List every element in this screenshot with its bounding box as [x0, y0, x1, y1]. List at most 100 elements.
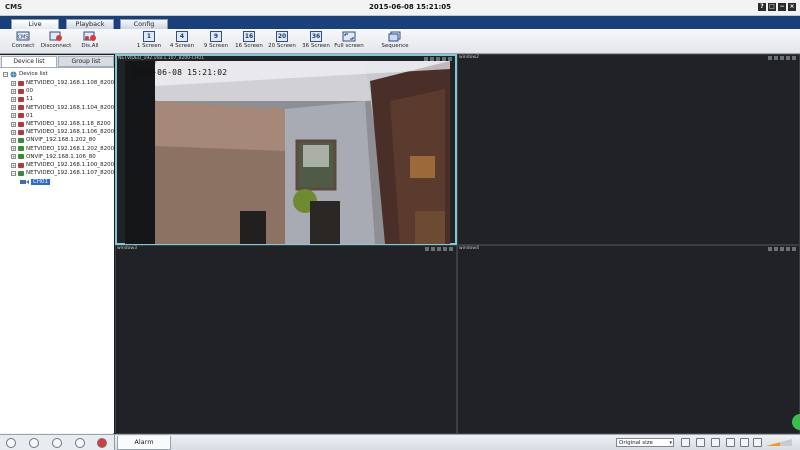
device-node[interactable]: + NETVIDEO_192.168.1.106_8200: [11, 128, 114, 136]
expand-icon[interactable]: +: [11, 154, 16, 160]
zoom-out-icon[interactable]: [726, 438, 735, 447]
record-icon[interactable]: [696, 438, 705, 447]
video-grid: NETVIDEO_192.168.1.107_8200-CH01 2015-06…: [115, 54, 800, 434]
device-node[interactable]: + ONVIF_192.168.1.106_80: [11, 153, 96, 161]
expand-icon[interactable]: +: [11, 105, 16, 111]
speaker-icon[interactable]: [753, 438, 762, 447]
record-icon[interactable]: [52, 438, 62, 448]
sequence-button[interactable]: Sequence: [375, 31, 415, 49]
side-toggle-icon[interactable]: [791, 413, 800, 431]
snapshot-icon[interactable]: [774, 247, 778, 251]
device-node[interactable]: − NETVIDEO_192.168.1.107_8200: [11, 169, 114, 177]
device-tree: − Device list + NETVIDEO_192.168.1.108_82…: [0, 67, 114, 433]
tree-root[interactable]: − Device list: [3, 70, 48, 78]
list-icon[interactable]: [740, 438, 749, 447]
expand-icon[interactable]: +: [11, 146, 16, 152]
zoom-icon[interactable]: [768, 56, 772, 60]
expand-icon[interactable]: +: [11, 137, 16, 143]
snapshot-icon[interactable]: [774, 56, 778, 60]
dvr-icon: [18, 88, 24, 94]
device-node[interactable]: + NETVIDEO_192.168.1.202_8200: [11, 145, 114, 153]
device-panel-tabs: Device list Group list: [0, 55, 114, 67]
device-node[interactable]: +11: [11, 95, 33, 103]
bottom-bar: Alarm Original size ▾: [115, 434, 800, 450]
video-window-2[interactable]: window2: [457, 54, 800, 245]
fullscreen-label: Full screen: [334, 43, 364, 49]
nine-screen-icon: 9: [210, 31, 222, 42]
collapse-icon[interactable]: −: [3, 71, 8, 77]
close-icon[interactable]: [792, 56, 796, 60]
ptz-icon[interactable]: [6, 438, 16, 448]
expand-icon[interactable]: +: [11, 162, 16, 168]
device-node[interactable]: + ONVIF_192.168.1.202_80: [11, 136, 96, 144]
tab-live[interactable]: Live: [11, 19, 59, 29]
dvr-icon: [18, 105, 24, 111]
video-window-4[interactable]: window4: [457, 245, 800, 434]
audio-icon[interactable]: [443, 247, 447, 251]
device-node[interactable]: + NETVIDEO_192.168.1.18_8200: [11, 120, 111, 128]
device-node[interactable]: + NETVIDEO_192.168.1.104_8200: [11, 104, 114, 112]
close-icon[interactable]: [792, 247, 796, 251]
fullscreen-button[interactable]: Full screen: [329, 31, 369, 49]
close-button[interactable]: ×: [788, 3, 796, 11]
twenty-screen-icon: 20: [276, 31, 288, 42]
record-icon[interactable]: [780, 247, 784, 251]
minimize-button[interactable]: −: [778, 3, 786, 11]
tab-group-list[interactable]: Group list: [58, 56, 114, 67]
cms-app-window: CMS 2015-06-08 15:21:05 ? □ − × Live Pla…: [0, 0, 800, 450]
restore-button[interactable]: □: [768, 3, 776, 11]
expand-icon[interactable]: +: [11, 113, 16, 119]
tree-root-label: Device list: [19, 71, 48, 77]
zoom-icon[interactable]: [768, 247, 772, 251]
device-node[interactable]: + NETVIDEO_192.168.1.108_8200: [11, 79, 114, 87]
expand-icon[interactable]: +: [11, 129, 16, 135]
audio-icon[interactable]: [786, 56, 790, 60]
tab-device-list[interactable]: Device list: [1, 56, 57, 67]
device-label: NETVIDEO_192.168.1.104_8200: [26, 104, 115, 111]
dvr-icon: [18, 137, 24, 143]
volume-slider[interactable]: [766, 439, 792, 446]
aspect-ratio-select[interactable]: Original size ▾: [616, 438, 674, 447]
expand-icon[interactable]: +: [11, 96, 16, 102]
one-screen-icon: 1: [143, 31, 155, 42]
tab-config[interactable]: Config: [120, 19, 168, 29]
record-icon[interactable]: [437, 247, 441, 251]
disconnect-all-icon: [83, 31, 96, 41]
chevron-down-icon: ▾: [669, 440, 672, 446]
dvr-icon: [18, 154, 24, 160]
expand-icon[interactable]: +: [11, 121, 16, 127]
collapse-icon[interactable]: −: [11, 170, 16, 176]
snapshot-icon[interactable]: [681, 438, 690, 447]
disconnect-all-button[interactable]: Dis.All: [70, 31, 110, 49]
camera-icon: [20, 179, 29, 184]
tab-playback[interactable]: Playback: [66, 19, 114, 29]
device-node[interactable]: +01: [11, 112, 33, 120]
expand-icon[interactable]: +: [11, 88, 16, 94]
disconnect-all-label: Dis.All: [81, 43, 99, 49]
device-label: NETVIDEO_192.168.1.18_8200: [26, 121, 111, 127]
camera-feed[interactable]: 2015-06-08 15:21:02: [125, 61, 450, 244]
title-bar: CMS 2015-06-08 15:21:05 ? □ − ×: [0, 0, 800, 16]
video-window-3[interactable]: window3: [115, 245, 457, 434]
zoom-in-icon[interactable]: [711, 438, 720, 447]
video-window-1[interactable]: NETVIDEO_192.168.1.107_8200-CH01 2015-06…: [115, 54, 457, 245]
zoom-icon[interactable]: [425, 247, 429, 251]
expand-icon[interactable]: +: [11, 80, 16, 86]
alarm-icon[interactable]: [97, 438, 107, 448]
channel-ch01[interactable]: CH01: [20, 178, 50, 186]
device-node[interactable]: + NETVIDEO_192.168.1.100_8200: [11, 161, 114, 169]
help-button[interactable]: ?: [758, 3, 766, 11]
camera-image: [125, 61, 450, 244]
color-icon[interactable]: [29, 438, 39, 448]
device-node[interactable]: +00: [11, 87, 33, 95]
playback-icon[interactable]: [75, 438, 85, 448]
toolbar: CMS Connect Disconnect Dis.All 1 1 Scree…: [0, 29, 800, 54]
globe-icon: [10, 71, 17, 77]
dvr-icon: [18, 113, 24, 119]
thirty-six-screen-icon: 36: [310, 31, 322, 42]
record-icon[interactable]: [780, 56, 784, 60]
tab-alarm[interactable]: Alarm: [117, 436, 171, 450]
audio-icon[interactable]: [786, 247, 790, 251]
snapshot-icon[interactable]: [431, 247, 435, 251]
close-icon[interactable]: [449, 247, 453, 251]
